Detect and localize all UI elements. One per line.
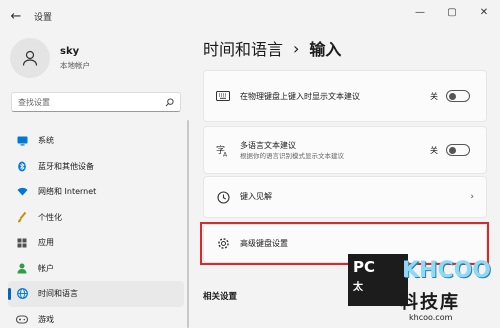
svg-text:A: A: [223, 151, 228, 157]
search-icon: [165, 97, 174, 106]
brush-icon: [16, 211, 28, 223]
multilingual-suggestions-toggle[interactable]: [446, 144, 470, 156]
avatar: [10, 38, 50, 78]
bluetooth-icon: [16, 160, 28, 172]
related-settings-title: 相关设置: [203, 292, 238, 302]
watermark-pc-text: PC: [353, 258, 376, 276]
text-suggestions-toggle[interactable]: [446, 90, 470, 102]
back-arrow-icon: ←: [10, 8, 22, 24]
setting-subtitle: 根据你的语言识别模式显示文本建议: [240, 151, 344, 160]
close-button[interactable]: ✕: [468, 0, 500, 24]
person-icon: [16, 262, 28, 274]
gamepad-icon: [16, 313, 28, 325]
history-icon: [216, 190, 230, 204]
sidebar-item-label: 时间和语言: [38, 289, 78, 299]
language-icon: 字A: [216, 143, 230, 157]
setting-title: 在物理键盘上键入时显示文本建议: [240, 91, 360, 101]
sidebar-item-label: 网络和 Internet: [38, 187, 97, 197]
sidebar-item-system[interactable]: 系统: [8, 128, 184, 154]
sidebar-item-personalization[interactable]: 个性化: [8, 205, 184, 231]
setting-title: 键入见解: [240, 192, 272, 201]
sidebar-nav: 系统 蓝牙和其他设备 网络和 Internet 个性化 应用 帐户 时间和语言 …: [8, 128, 184, 328]
user-name: sky: [60, 45, 80, 57]
window-controls: — ▢ ✕: [404, 0, 500, 24]
search-input[interactable]: [18, 97, 165, 107]
globe-icon: [16, 288, 28, 300]
toggle-state: 关: [430, 91, 438, 101]
sidebar-item-label: 应用: [38, 238, 54, 248]
toggle-state: 关: [430, 145, 438, 155]
sidebar-item-network[interactable]: 网络和 Internet: [8, 179, 184, 205]
user-profile[interactable]: sky 本地帐户: [10, 38, 90, 78]
back-button[interactable]: ←: [4, 4, 28, 28]
chevron-right-icon: ›: [470, 192, 474, 202]
person-icon: [22, 50, 38, 66]
apps-icon: [16, 237, 28, 249]
wifi-icon: [16, 186, 28, 198]
sidebar-item-time-language[interactable]: 时间和语言: [8, 281, 184, 307]
breadcrumb-separator: ›: [293, 38, 300, 58]
minimize-button[interactable]: —: [404, 0, 436, 24]
page-title: 输入: [309, 40, 342, 59]
watermark-pc-logo: PC 太: [348, 254, 408, 306]
setting-text-suggestions: 在物理键盘上键入时显示文本建议 关: [203, 70, 487, 122]
setting-title: 多语言文本建议: [240, 140, 296, 150]
app-title: 设置: [34, 12, 53, 23]
title-bar: ← 设置 — ▢ ✕: [0, 0, 500, 32]
keyboard-icon: [216, 89, 230, 103]
sidebar-item-label: 帐户: [38, 263, 54, 273]
watermark-cn: 科技库: [400, 292, 460, 313]
watermark-url: khcoo.com: [409, 313, 453, 322]
sidebar-item-gaming[interactable]: 游戏: [8, 307, 184, 328]
sidebar-scrollbar[interactable]: [187, 120, 189, 328]
account-type: 本地帐户: [60, 60, 90, 70]
watermark-brand: KHCOO: [402, 258, 492, 283]
breadcrumb: 时间和语言 › 输入: [203, 36, 341, 60]
sidebar-item-label: 系统: [38, 136, 54, 146]
search-box[interactable]: [11, 92, 181, 112]
system-icon: [16, 135, 28, 147]
setting-typing-insights[interactable]: 键入见解 ›: [203, 176, 487, 218]
sidebar-item-apps[interactable]: 应用: [8, 230, 184, 256]
setting-multilingual-suggestions: 字A 多语言文本建议 根据你的语言识别模式显示文本建议 关: [203, 126, 487, 174]
sidebar-item-label: 个性化: [38, 212, 62, 222]
maximize-button[interactable]: ▢: [436, 0, 468, 24]
sidebar-item-label: 蓝牙和其他设备: [38, 161, 94, 171]
sidebar-item-bluetooth[interactable]: 蓝牙和其他设备: [8, 154, 184, 180]
sidebar-item-accounts[interactable]: 帐户: [8, 256, 184, 282]
sidebar-item-label: 游戏: [38, 314, 54, 324]
breadcrumb-parent[interactable]: 时间和语言: [203, 36, 283, 60]
